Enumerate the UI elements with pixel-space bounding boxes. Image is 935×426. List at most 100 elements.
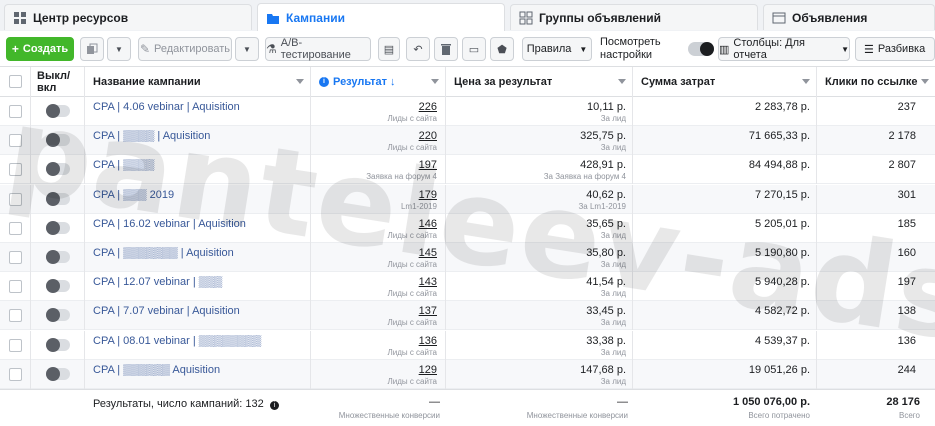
campaign-name-link[interactable]: CPA | 12.07 vebinar | ▒▒▒ [93,276,222,288]
duplicate-dropdown[interactable]: ▼ [107,37,131,61]
table-footer: Результаты, число кампаний: 132 i — Множ… [0,389,935,426]
table-row[interactable]: CPA | 16.02 vebinar | Aquisition 146 Лиды … [0,213,935,243]
table-row[interactable]: CPA | 12.07 vebinar | ▒▒▒ 143 Лиды с сайта… [0,272,935,302]
campaign-name-link[interactable]: CPA | ▒▒▒▒ | Aquisition [93,130,210,142]
campaign-name-link[interactable]: CPA | ▒▒▒▒▒▒▒ | Aquisition [93,247,234,259]
table-row[interactable]: CPA | 7.07 vebinar | Aquisition 137 Лиды с… [0,301,935,331]
row-checkbox[interactable] [9,221,22,235]
result-value[interactable]: 220 [360,130,437,142]
col-result[interactable]: i Результат ↓ [311,67,446,97]
cpr-value: 428,91 р. [580,159,626,172]
campaign-name-link[interactable]: CPA | ▒▒▒▒▒▒ Aquisition [93,364,220,376]
edit-dropdown[interactable]: ▼ [235,37,259,61]
select-cell [0,243,31,272]
campaign-name-link[interactable]: CPA | 16.02 vebinar | Aquisition [93,218,246,230]
table-row[interactable]: CPA | ▒▒▒▒ 197 Заявка на форум 4 428,91 р. З… [0,155,935,185]
campaign-toggle[interactable] [46,220,70,235]
chevron-down-icon: ▼ [841,44,849,54]
columns-button[interactable]: ▥ Столбцы: Для отчета ▼ [718,37,850,61]
campaign-name-link[interactable]: CPA | 7.07 vebinar | Aquisition [93,305,240,317]
row-checkbox[interactable] [9,192,22,206]
result-value[interactable]: 136 [360,335,437,347]
row-checkbox[interactable] [9,280,22,294]
campaign-name-link[interactable]: CPA | 4.06 vebinar | Aquisition [93,101,240,113]
cpr-value: 33,45 р. [586,305,626,318]
report-button[interactable]: ▤ [378,37,400,61]
view-settings-toggle[interactable] [688,42,714,56]
edit-button[interactable]: ✎ Редактировать [138,37,232,61]
row-checkbox[interactable] [9,163,22,177]
grid-icon [519,11,533,24]
campaign-toggle[interactable] [46,250,70,264]
campaign-name-link[interactable]: CPA | ▒▒▒▒ [93,159,154,171]
cpr-type: За лид [600,318,626,328]
campaign-toggle[interactable] [46,133,70,148]
campaign-toggle[interactable] [46,337,70,352]
tab-ad-sets[interactable]: Группы объявлений [510,4,758,30]
campaign-toggle[interactable] [46,104,70,118]
toggle-knob [46,104,60,118]
select-cell [0,155,31,185]
clicks-value: 197 [897,276,916,289]
spend-value: 71 665,33 р. [748,130,810,143]
result-value[interactable]: 146 [360,218,437,230]
clicks-value: 136 [897,334,916,347]
row-checkbox[interactable] [9,367,22,381]
clicks-value: 237 [897,101,916,113]
plus-icon: + [11,42,19,56]
col-clicks[interactable]: Клики по ссылке [817,67,935,97]
table-row[interactable]: CPA | ▒▒▒▒ | Aquisition 220 Лиды с сайта 32… [0,126,935,156]
campaign-toggle[interactable] [46,191,70,206]
campaign-toggle[interactable] [46,279,70,294]
result-type: Лиды с сайта [387,114,437,123]
trash-icon [441,44,451,55]
row-checkbox[interactable] [9,105,22,118]
result-value[interactable]: 143 [360,276,437,288]
breakdown-button[interactable]: ☰ Разбивка [855,37,935,61]
col-onoff[interactable]: Выкл/ вкл [31,67,85,97]
ab-test-button[interactable]: ⚗ A/B-тестирование [265,37,371,61]
table-row[interactable]: CPA | ▒▒▒ 2019 179 Lm1-2019 40,62 р. За Lm1-… [0,184,935,214]
create-button[interactable]: + Создать [6,37,74,61]
result-value[interactable]: 226 [360,101,437,113]
duplicate-button[interactable] [80,37,104,61]
clicks-value: 185 [897,217,916,230]
tab-label: Объявления [792,10,868,25]
select-all-checkbox[interactable] [9,75,22,88]
tag-button[interactable]: ⬟ [490,37,514,61]
result-value[interactable]: 145 [360,247,437,259]
result-value[interactable]: 137 [360,305,437,317]
col-name[interactable]: Название кампании [85,67,311,97]
rules-button[interactable]: Правила ▼ [522,37,592,61]
campaign-toggle[interactable] [46,308,70,323]
row-checkbox[interactable] [9,338,22,352]
tab-resource-center[interactable]: Центр ресурсов [4,4,252,30]
row-checkbox[interactable] [9,251,22,264]
row-checkbox[interactable] [9,309,22,323]
result-value[interactable]: 179 [360,189,437,201]
delete-button[interactable] [434,37,458,61]
col-spend[interactable]: Сумма затрат [633,67,817,97]
cpr-value: 33,38 р. [586,334,626,347]
tab-campaigns[interactable]: Кампании [257,3,505,31]
chevron-down-icon [802,79,810,84]
chevron-down-icon: ▼ [115,44,123,54]
undo-button[interactable]: ↶ [406,37,430,61]
preview-button[interactable]: ▭ [462,37,486,61]
campaign-name-link[interactable]: CPA | ▒▒▒ 2019 [93,189,174,201]
campaign-name-link[interactable]: CPA | 08.01 vebinar | ▒▒▒▒▒▒▒▒ [93,335,261,347]
table-row[interactable]: CPA | 08.01 vebinar | ▒▒▒▒▒▒▒▒ 136 Лиды с … [0,330,935,360]
col-cpr[interactable]: Цена за результат [446,67,633,97]
result-value[interactable]: 129 [360,364,437,376]
table-row[interactable]: CPA | ▒▒▒▒▒▒▒ | Aquisition 145 Лиды с сайт… [0,243,935,272]
spend-value: 2 283,78 р. [754,101,810,113]
campaign-toggle[interactable] [46,366,70,381]
result-total-sub: Множественные конверсии [338,411,440,420]
result-value[interactable]: 197 [360,159,437,171]
table-row[interactable]: CPA | 4.06 vebinar | Aquisition 226 Лиды с… [0,97,935,126]
campaign-toggle[interactable] [46,162,70,177]
cpr-value: 35,80 р. [586,247,626,259]
table-row[interactable]: CPA | ▒▒▒▒▒▒ Aquisition 129 Лиды с сайта 14… [0,359,935,389]
row-checkbox[interactable] [9,134,22,148]
tab-ads[interactable]: Объявления [763,4,935,30]
